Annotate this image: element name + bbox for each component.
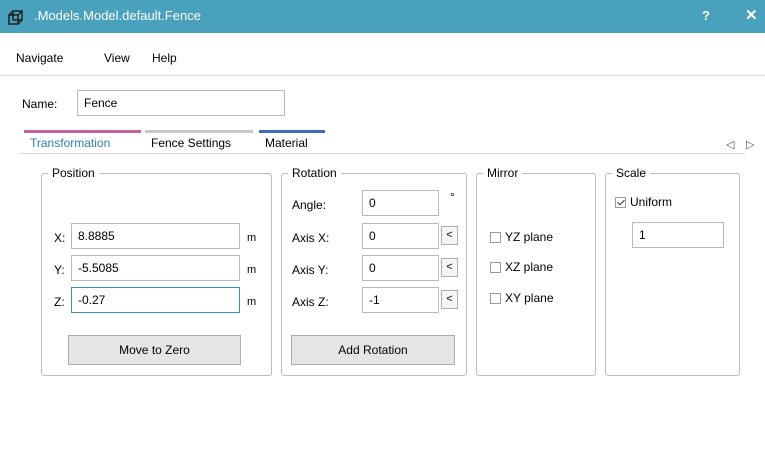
- tab-label: Fence Settings: [151, 136, 232, 150]
- tabs-divider: [20, 153, 745, 154]
- mirror-group: Mirror: [476, 166, 596, 376]
- scale-input[interactable]: [632, 222, 724, 248]
- tab-material[interactable]: Material: [259, 130, 325, 154]
- tab-indicator: [259, 130, 325, 133]
- position-z-unit: m: [247, 296, 257, 308]
- tab-indicator: [24, 130, 141, 133]
- position-z-input[interactable]: [71, 287, 240, 313]
- position-x-unit: m: [247, 232, 257, 244]
- axis-y-pick-button[interactable]: <: [441, 258, 458, 277]
- window-title: .Models.Model.default.Fence: [34, 8, 201, 23]
- position-y-label: Y:: [54, 263, 65, 277]
- move-to-zero-button[interactable]: Move to Zero: [68, 335, 241, 365]
- angle-label: Angle:: [292, 198, 327, 212]
- tab-indicator: [145, 130, 253, 133]
- xy-plane-label: XY plane: [505, 291, 554, 305]
- axis-z-pick-button[interactable]: <: [441, 290, 458, 309]
- close-button[interactable]: ✕: [745, 6, 758, 24]
- model-icon: [8, 10, 23, 25]
- tab-label: Transformation: [30, 136, 111, 150]
- tab-transformation[interactable]: Transformation: [24, 130, 141, 154]
- position-y-unit: m: [247, 264, 257, 276]
- axis-x-input[interactable]: [362, 223, 439, 249]
- position-x-input[interactable]: [71, 223, 240, 249]
- position-y-input[interactable]: [71, 255, 240, 281]
- menu-bar: Navigate View Help: [0, 33, 765, 76]
- menu-help[interactable]: Help: [152, 51, 177, 65]
- scale-group-title: Scale: [612, 166, 651, 180]
- axis-y-label: Axis Y:: [292, 263, 329, 277]
- position-z-label: Z:: [54, 295, 65, 309]
- axis-x-label: Axis X:: [292, 231, 330, 245]
- mirror-group-title: Mirror: [483, 166, 523, 180]
- position-group-title: Position: [48, 166, 99, 180]
- menu-view[interactable]: View: [104, 51, 130, 65]
- position-x-label: X:: [54, 231, 66, 245]
- axis-y-input[interactable]: [362, 255, 439, 281]
- xz-plane-label: XZ plane: [505, 260, 554, 274]
- xy-plane-checkbox[interactable]: [490, 293, 501, 304]
- title-bar: .Models.Model.default.Fence ? ✕: [0, 0, 765, 33]
- menu-navigate[interactable]: Navigate: [16, 51, 63, 65]
- axis-z-label: Axis Z:: [292, 295, 329, 309]
- axis-z-input[interactable]: [362, 287, 439, 313]
- degree-unit: °: [450, 190, 455, 204]
- tab-scroll-right-icon[interactable]: ▷: [746, 138, 754, 151]
- name-label: Name:: [22, 97, 58, 111]
- name-input[interactable]: [77, 90, 285, 116]
- tab-fence-settings[interactable]: Fence Settings: [145, 130, 253, 154]
- yz-plane-checkbox[interactable]: [490, 232, 501, 243]
- uniform-checkbox[interactable]: [615, 197, 626, 208]
- add-rotation-button[interactable]: Add Rotation: [291, 335, 455, 365]
- angle-input[interactable]: [362, 190, 439, 216]
- xz-plane-checkbox[interactable]: [490, 262, 501, 273]
- rotation-group-title: Rotation: [288, 166, 341, 180]
- tab-label: Material: [265, 136, 308, 150]
- uniform-label: Uniform: [630, 195, 673, 209]
- yz-plane-label: YZ plane: [505, 230, 554, 244]
- help-button[interactable]: ?: [702, 8, 710, 23]
- axis-x-pick-button[interactable]: <: [441, 226, 458, 245]
- tab-scroll-left-icon[interactable]: ◁: [726, 138, 734, 151]
